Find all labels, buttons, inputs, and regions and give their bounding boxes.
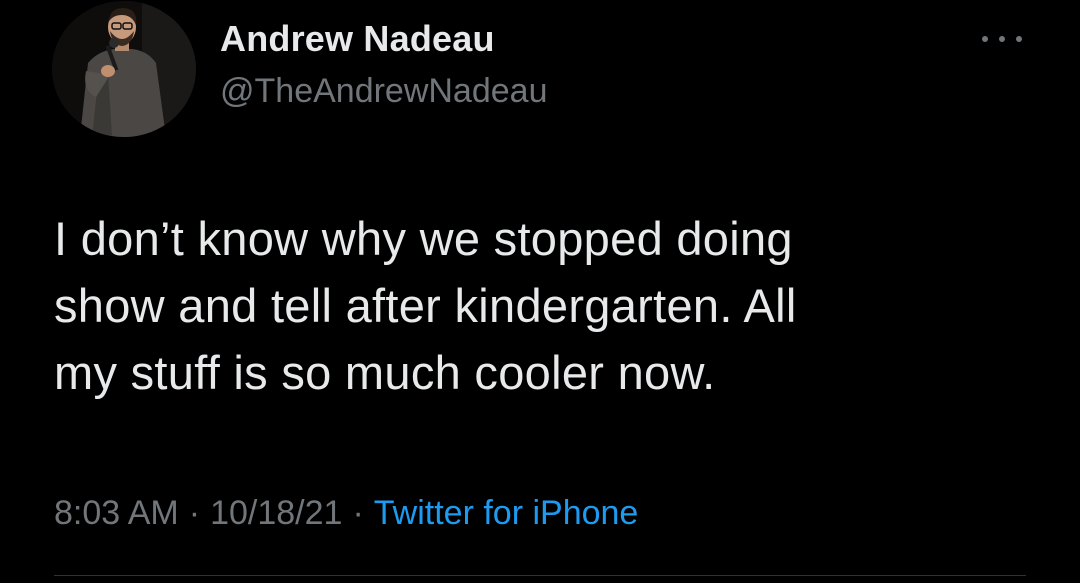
author-handle[interactable]: @TheAndrewNadeau [220, 72, 547, 111]
more-horizontal-icon [999, 36, 1005, 42]
avatar-photo [52, 1, 196, 137]
divider [54, 575, 1026, 576]
more-horizontal-icon [1016, 36, 1022, 42]
avatar[interactable] [52, 1, 196, 137]
tweet-source-link[interactable]: Twitter for iPhone [374, 494, 639, 532]
tweet-metadata: 8:03 AM · 10/18/21 · Twitter for iPhone [54, 494, 638, 533]
tweet-time[interactable]: 8:03 AM [54, 494, 179, 532]
tweet-date[interactable]: 10/18/21 [210, 494, 342, 532]
more-horizontal-icon [982, 36, 988, 42]
more-options-button[interactable] [978, 24, 1026, 54]
meta-separator: · [188, 494, 201, 532]
meta-separator: · [352, 494, 364, 532]
author-name[interactable]: Andrew Nadeau [220, 18, 495, 60]
tweet-text: I don’t know why we stopped doing show a… [54, 212, 797, 399]
tweet: Andrew Nadeau @TheAndrewNadeau I don’t k… [0, 0, 1080, 583]
